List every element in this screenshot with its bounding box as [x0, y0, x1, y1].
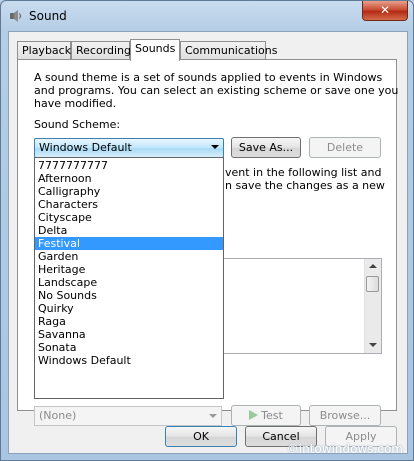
chevron-down-icon [211, 145, 219, 149]
scheme-option[interactable]: Sonata [35, 341, 223, 354]
scheme-option[interactable]: Savanna [35, 328, 223, 341]
tab-label: Sounds [135, 42, 176, 55]
ok-button[interactable]: OK [165, 426, 237, 447]
scheme-option[interactable]: Heritage [35, 263, 223, 276]
tab-playback[interactable]: Playback [17, 41, 71, 59]
tab-label: Recording [76, 44, 132, 57]
scheme-option[interactable]: Cityscape [35, 211, 223, 224]
browse-button[interactable]: Browse... [309, 405, 381, 426]
scheme-option[interactable]: Windows Default [35, 354, 223, 367]
scheme-option[interactable]: No Sounds [35, 289, 223, 302]
sound-dialog: Sound ✕ Playback Recording Sounds Commun… [0, 0, 414, 461]
tab-recording[interactable]: Recording [71, 41, 132, 59]
tab-communications[interactable]: Communications [180, 41, 277, 59]
tab-sounds[interactable]: Sounds [130, 39, 180, 61]
scroll-thumb[interactable] [366, 276, 379, 292]
vertical-scrollbar[interactable] [364, 259, 381, 353]
title-bar: Sound ✕ [1, 1, 413, 31]
dialog-client: Playback Recording Sounds Communications… [8, 31, 408, 454]
close-icon: ✕ [379, 3, 391, 17]
scheme-option[interactable]: Delta [35, 224, 223, 237]
scheme-option[interactable]: Raga [35, 315, 223, 328]
scheme-dropdown-list[interactable]: 7777777777 Afternoon Calligraphy Charact… [34, 157, 224, 399]
scheme-label: Sound Scheme: [34, 118, 121, 131]
sound-value: (None) [39, 409, 77, 422]
description-line-3: have modified. [34, 97, 117, 110]
tab-label: Playback [22, 44, 72, 57]
scheme-option[interactable]: Garden [35, 250, 223, 263]
tab-label: Communications [185, 44, 278, 57]
play-icon [249, 410, 259, 420]
scheme-option[interactable]: Landscape [35, 276, 223, 289]
close-button[interactable]: ✕ [362, 1, 408, 21]
description-line-2: and programs. You can select an existing… [34, 84, 399, 97]
test-button[interactable]: Test [231, 405, 301, 426]
scheme-option[interactable]: 7777777777 [35, 159, 223, 172]
delete-button[interactable]: Delete [309, 137, 381, 158]
scheme-option[interactable]: Quirky [35, 302, 223, 315]
instructions-partial-1: vent in the following list and [225, 166, 382, 179]
chevron-down-icon [209, 414, 217, 418]
scroll-up-icon[interactable] [369, 264, 377, 268]
sounds-select[interactable]: (None) [34, 406, 222, 426]
scheme-option[interactable]: Afternoon [35, 172, 223, 185]
scheme-option[interactable]: Characters [35, 198, 223, 211]
speaker-icon [10, 10, 22, 22]
watermark-text: ©intowindows.com [286, 442, 403, 456]
scheme-value: Windows Default [39, 141, 132, 154]
scroll-down-icon[interactable] [369, 343, 377, 347]
description-line-1: A sound theme is a set of sounds applied… [34, 71, 383, 84]
test-label: Test [261, 409, 283, 422]
instructions-partial-2: n save the changes as a new [225, 179, 385, 192]
sound-scheme-select[interactable]: Windows Default [34, 138, 224, 158]
scheme-option[interactable]: Calligraphy [35, 185, 223, 198]
window-title: Sound [29, 9, 67, 23]
save-as-button[interactable]: Save As... [231, 137, 301, 158]
scheme-option-highlighted[interactable]: Festival [35, 237, 223, 250]
